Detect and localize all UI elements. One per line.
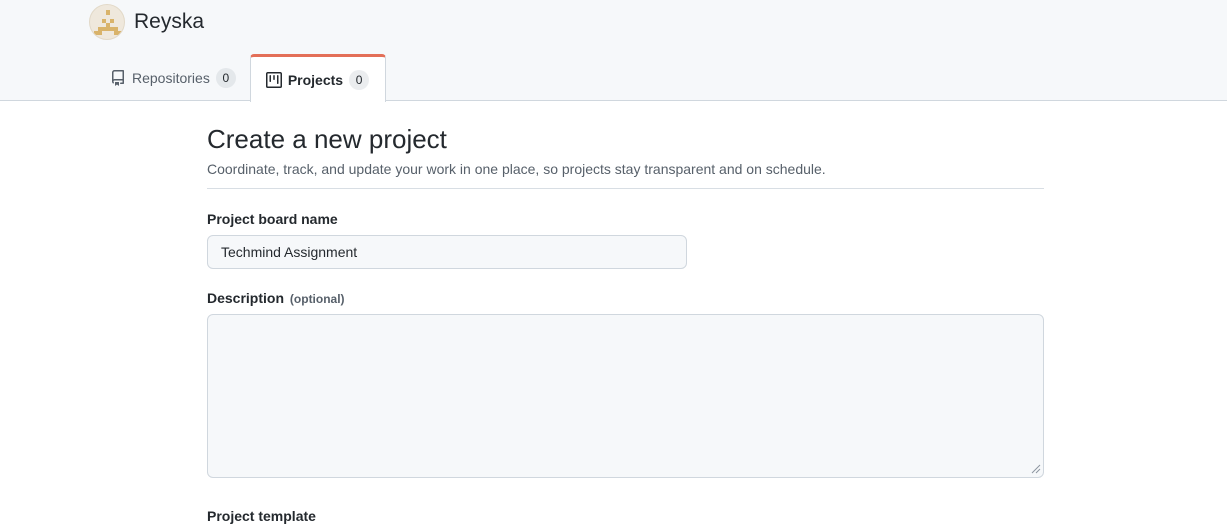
tab-repositories-label: Repositories [132,69,210,86]
org-header: Reyska Repositories 0 Projects 0 [0,0,1227,102]
org-name[interactable]: Reyska [134,4,204,40]
project-name-input[interactable] [207,235,687,269]
description-label-text: Description [207,290,285,306]
divider [207,188,1044,189]
tab-projects[interactable]: Projects 0 [249,54,387,102]
project-icon [265,71,282,88]
tab-projects-count: 0 [349,69,370,90]
description-textarea[interactable] [207,314,1044,478]
resize-handle-icon[interactable] [1031,464,1041,474]
org-identity[interactable]: Reyska [89,4,204,40]
project-template-label: Project template [207,508,316,524]
org-avatar[interactable] [89,4,125,40]
description-label: Description (optional) [207,290,345,306]
page-title: Create a new project [207,124,447,154]
org-tabs: Repositories 0 Projects 0 [96,54,387,102]
optional-hint: (optional) [289,292,345,306]
repo-icon [112,69,124,86]
project-name-label: Project board name [207,211,338,227]
tab-repositories-count: 0 [215,67,236,88]
tab-repositories[interactable]: Repositories 0 [96,54,250,101]
page-subtitle: Coordinate, track, and update your work … [207,161,826,177]
tab-projects-label: Projects [287,71,344,88]
